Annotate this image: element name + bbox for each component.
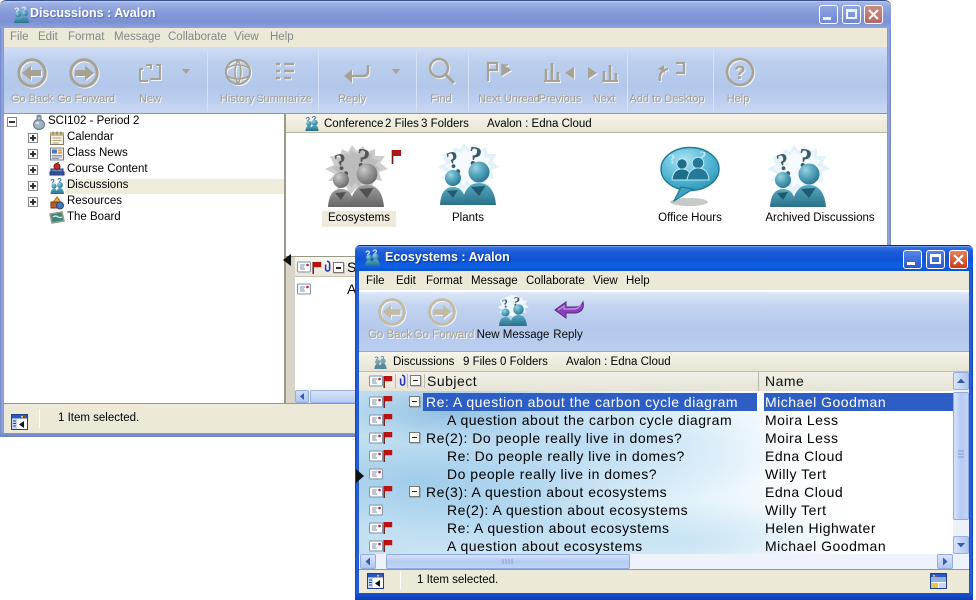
svg-text:?: ? [734, 63, 746, 84]
